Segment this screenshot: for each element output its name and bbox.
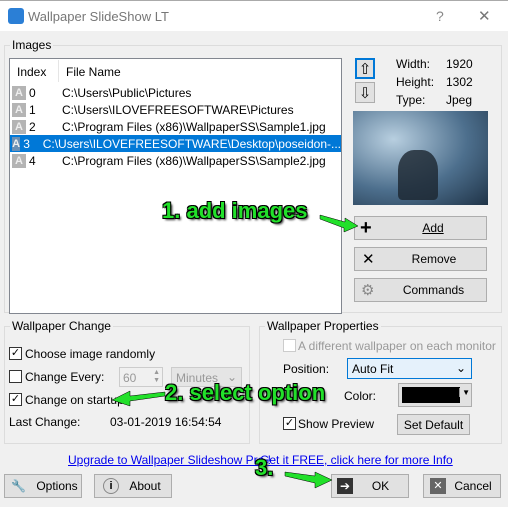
arrow-1: [319, 214, 359, 233]
annotation-arrows: [111, 214, 359, 489]
annotation-select-option: 2. select option: [165, 380, 326, 405]
annotation-3: 3.: [255, 455, 274, 480]
arrow-2: [111, 390, 166, 407]
arrow-3: [284, 471, 333, 489]
annotation-add-images: 1. add images: [162, 198, 308, 223]
